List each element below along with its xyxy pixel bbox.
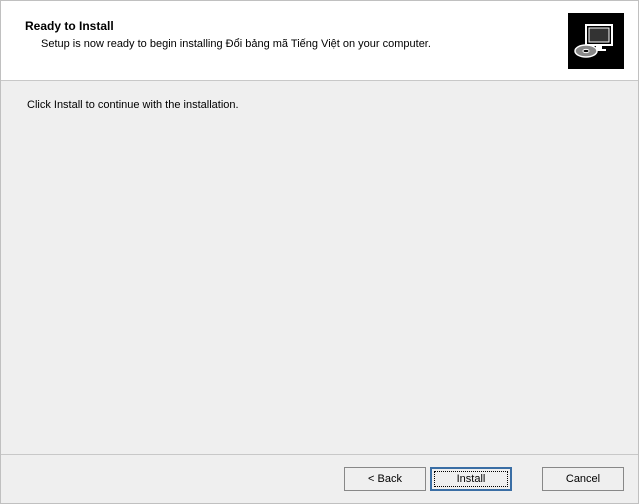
cancel-button[interactable]: Cancel (542, 467, 624, 491)
wizard-content: Click Install to continue with the insta… (1, 81, 638, 455)
header-text-block: Ready to Install Setup is now ready to b… (15, 11, 568, 52)
instruction-text: Click Install to continue with the insta… (27, 99, 612, 111)
installer-wizard: Ready to Install Setup is now ready to b… (0, 0, 639, 504)
page-subtitle: Setup is now ready to begin installing Đ… (41, 37, 441, 52)
back-button[interactable]: < Back (344, 467, 426, 491)
wizard-footer: < Back Install Cancel (1, 455, 638, 503)
page-title: Ready to Install (25, 19, 568, 33)
wizard-header: Ready to Install Setup is now ready to b… (1, 1, 638, 81)
nav-button-group: < Back Install (344, 467, 512, 491)
installer-icon (568, 13, 624, 69)
install-button[interactable]: Install (430, 467, 512, 491)
